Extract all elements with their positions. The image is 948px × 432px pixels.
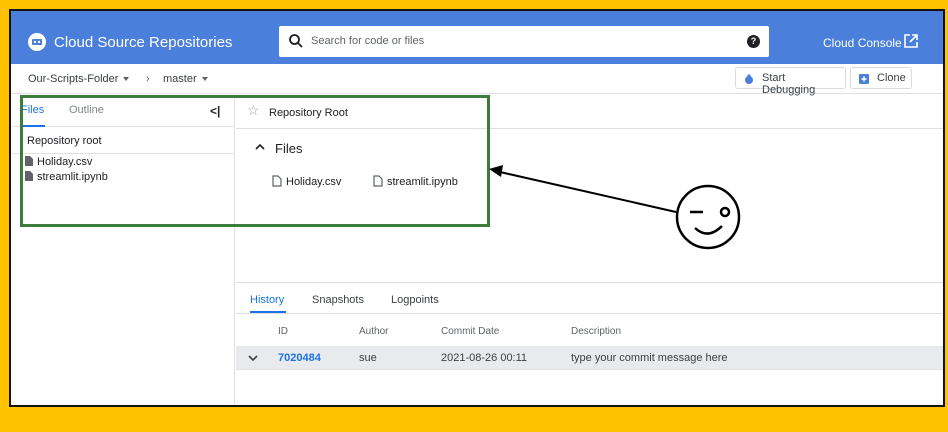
winking-face-icon (675, 184, 741, 250)
annotation-overlay (489, 165, 741, 250)
annotation-arrowhead (489, 165, 503, 177)
annotation-arrow (499, 171, 677, 213)
